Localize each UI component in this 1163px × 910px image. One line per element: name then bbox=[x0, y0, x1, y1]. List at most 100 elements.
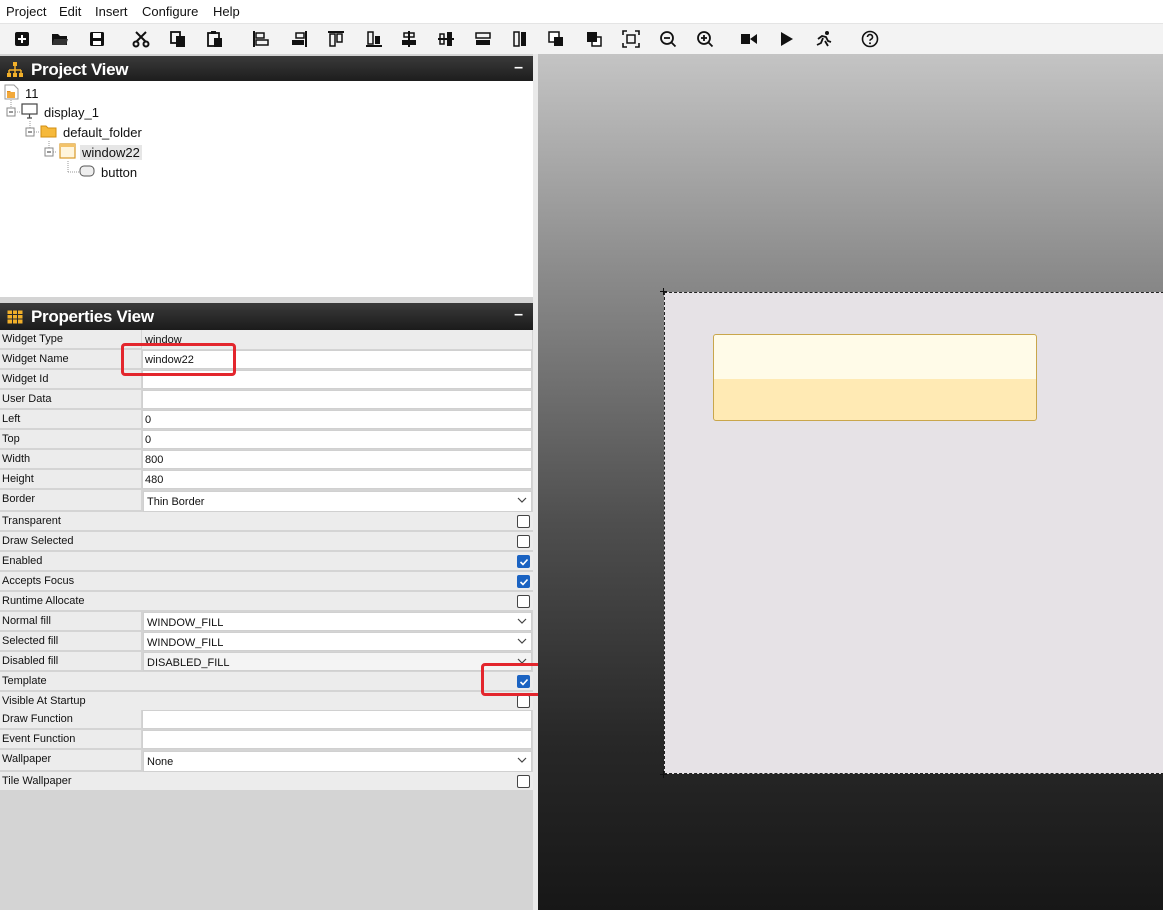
chevron-down-icon bbox=[517, 618, 527, 624]
width-field[interactable]: 800 bbox=[142, 450, 532, 469]
prop-label: Widget Id bbox=[0, 370, 141, 389]
user-data-field[interactable] bbox=[142, 390, 532, 409]
prop-label: Draw Selected bbox=[0, 532, 533, 551]
properties-view-minimize-button[interactable]: – bbox=[514, 306, 523, 324]
grid-icon bbox=[7, 309, 23, 325]
enabled-checkbox[interactable] bbox=[517, 555, 530, 568]
accepts-focus-checkbox[interactable] bbox=[517, 575, 530, 588]
equal-width-icon[interactable] bbox=[509, 28, 531, 50]
prop-row-tile-wallpaper: Tile Wallpaper bbox=[0, 772, 533, 792]
play-icon[interactable] bbox=[775, 28, 797, 50]
draw-selected-checkbox[interactable] bbox=[517, 535, 530, 548]
prop-row-template: Template bbox=[0, 672, 533, 692]
align-top-icon[interactable] bbox=[325, 28, 347, 50]
prop-row-top: Top 0 bbox=[0, 430, 533, 450]
tree-node-button[interactable]: button bbox=[79, 163, 139, 181]
project-view-title: Project View bbox=[31, 60, 129, 79]
align-right-icon[interactable] bbox=[288, 28, 310, 50]
tree-label-project: 11 bbox=[25, 85, 39, 101]
center-horizontal-icon[interactable] bbox=[435, 28, 457, 50]
paste-icon[interactable] bbox=[204, 28, 226, 50]
prop-row-left: Left 0 bbox=[0, 410, 533, 430]
run-app-icon[interactable] bbox=[813, 28, 835, 50]
zoom-in-icon[interactable] bbox=[694, 28, 716, 50]
new-project-icon[interactable] bbox=[11, 28, 33, 50]
prop-label: Widget Name bbox=[0, 350, 141, 369]
align-left-icon[interactable] bbox=[250, 28, 272, 50]
prop-label: Transparent bbox=[0, 512, 533, 531]
prop-label: Left bbox=[0, 410, 141, 429]
menu-configure[interactable]: Configure bbox=[142, 4, 198, 19]
prop-label: Border bbox=[0, 490, 141, 511]
wallpaper-select[interactable]: None bbox=[143, 751, 532, 772]
prop-row-event-function: Event Function bbox=[0, 730, 533, 750]
selected-fill-select[interactable]: WINDOW_FILL bbox=[143, 632, 532, 651]
tree-label-window: window22 bbox=[80, 144, 142, 160]
prop-row-widget-name: Widget Name window22 bbox=[0, 350, 533, 370]
prop-label: Widget Type bbox=[0, 330, 141, 349]
tree-node-window[interactable]: window22 bbox=[59, 142, 142, 162]
equal-height-icon[interactable] bbox=[472, 28, 494, 50]
border-select-value: Thin Border bbox=[147, 496, 205, 508]
project-file-icon bbox=[4, 84, 19, 103]
prop-row-width: Width 800 bbox=[0, 450, 533, 470]
transparent-checkbox[interactable] bbox=[517, 515, 530, 528]
properties-view-header: Properties View – bbox=[0, 303, 533, 330]
tile-wallpaper-checkbox[interactable] bbox=[517, 775, 530, 788]
zoom-out-icon[interactable] bbox=[657, 28, 679, 50]
prop-label: User Data bbox=[0, 390, 141, 409]
menu-help[interactable]: Help bbox=[213, 4, 240, 19]
move-to-back-icon[interactable] bbox=[583, 28, 605, 50]
height-field[interactable]: 480 bbox=[142, 470, 532, 489]
prop-row-widget-type: Widget Type window bbox=[0, 330, 533, 350]
prop-label: Height bbox=[0, 470, 141, 489]
properties-view-title: Properties View bbox=[31, 307, 154, 326]
prop-label: Draw Function bbox=[0, 710, 141, 729]
cut-icon[interactable] bbox=[130, 28, 152, 50]
fit-to-window-icon[interactable] bbox=[620, 28, 642, 50]
prop-row-enabled: Enabled bbox=[0, 552, 533, 572]
project-view-minimize-button[interactable]: – bbox=[514, 59, 523, 77]
tree-node-project[interactable]: 11 bbox=[4, 84, 41, 102]
prop-row-draw-selected: Draw Selected bbox=[0, 532, 533, 552]
tree-node-folder[interactable]: default_folder bbox=[40, 123, 144, 141]
project-tree: 11 display_1 default_folder window22 but… bbox=[0, 81, 533, 297]
design-button-widget[interactable] bbox=[713, 334, 1037, 421]
corner-marker bbox=[660, 288, 667, 295]
run-to-end-icon[interactable] bbox=[738, 28, 760, 50]
open-icon[interactable] bbox=[49, 28, 71, 50]
prop-row-border: Border Thin Border bbox=[0, 490, 533, 512]
align-bottom-icon[interactable] bbox=[363, 28, 385, 50]
selected-fill-value: WINDOW_FILL bbox=[147, 637, 224, 649]
visible-at-startup-checkbox[interactable] bbox=[517, 695, 530, 708]
hierarchy-icon bbox=[7, 62, 23, 78]
menu-project[interactable]: Project bbox=[6, 4, 46, 19]
save-icon[interactable] bbox=[86, 28, 108, 50]
prop-row-user-data: User Data bbox=[0, 390, 533, 410]
draw-function-field[interactable] bbox=[142, 710, 532, 729]
prop-label: Disabled fill bbox=[0, 652, 141, 671]
top-field[interactable]: 0 bbox=[142, 430, 532, 449]
chevron-down-icon bbox=[517, 497, 527, 503]
menu-insert[interactable]: Insert bbox=[95, 4, 128, 19]
event-function-field[interactable] bbox=[142, 730, 532, 749]
prop-row-disabled-fill: Disabled fill DISABLED_FILL bbox=[0, 652, 533, 672]
tree-node-display[interactable]: display_1 bbox=[21, 102, 101, 121]
prop-row-transparent: Transparent bbox=[0, 512, 533, 532]
border-select[interactable]: Thin Border bbox=[143, 491, 532, 512]
center-vertical-icon[interactable] bbox=[398, 28, 420, 50]
prop-row-wallpaper: Wallpaper None bbox=[0, 750, 533, 772]
prop-label: Accepts Focus bbox=[0, 572, 533, 591]
left-field[interactable]: 0 bbox=[142, 410, 532, 429]
disabled-fill-select[interactable]: DISABLED_FILL bbox=[143, 652, 532, 671]
copy-icon[interactable] bbox=[167, 28, 189, 50]
help-icon[interactable] bbox=[859, 28, 881, 50]
menu-edit[interactable]: Edit bbox=[59, 4, 81, 19]
normal-fill-select[interactable]: WINDOW_FILL bbox=[143, 612, 532, 631]
window-icon bbox=[59, 142, 76, 162]
runtime-allocate-checkbox[interactable] bbox=[517, 595, 530, 608]
tree-label-folder: default_folder bbox=[63, 124, 142, 140]
chevron-down-icon bbox=[517, 757, 527, 763]
checkmark-icon bbox=[519, 578, 529, 586]
move-to-front-icon[interactable] bbox=[545, 28, 567, 50]
